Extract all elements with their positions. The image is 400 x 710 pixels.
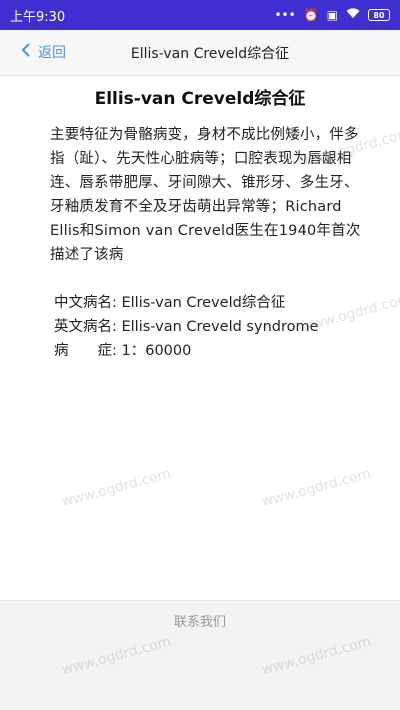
battery-level: 80	[373, 10, 385, 20]
nav-bar: 返回 Ellis-van Creveld综合征	[0, 30, 400, 76]
page-title: Ellis-van Creveld综合征	[94, 89, 306, 109]
sim-icon: ▣	[326, 8, 338, 22]
dots-icon: •••	[274, 8, 296, 22]
contact-us-link[interactable]: 联系我们	[0, 611, 400, 630]
incidence: 病 症: 1：60000	[54, 343, 192, 359]
alarm-icon: ⏰	[303, 8, 319, 22]
status-bar: 上午9:30 ••• ⏰ ▣ 80	[0, 0, 400, 30]
watermark: www.ogdrd.com	[59, 465, 173, 511]
english-name: 英文病名: Ellis-van Creveld syndrome	[54, 319, 319, 335]
status-icons: ••• ⏰ ▣ 80	[274, 8, 390, 22]
nav-title: Ellis-van Creveld综合征	[130, 46, 290, 62]
battery-icon: 80	[368, 9, 390, 21]
status-time: 上午9:30	[10, 9, 66, 25]
wifi-icon	[346, 8, 360, 22]
chinese-name: 中文病名: Ellis-van Creveld综合征	[54, 295, 286, 311]
footer: 联系我们	[0, 600, 400, 710]
disease-description: 主要特征为骨骼病变，身材不成比例矮小，伴多指（趾）、先天性心脏病等；口腔表现为唇…	[50, 127, 361, 263]
disease-info: 中文病名: Ellis-van Creveld综合征 英文病名: Ellis-v…	[54, 291, 360, 363]
main-content: Ellis-van Creveld综合征 主要特征为骨骼病变，身材不成比例矮小，…	[0, 76, 400, 363]
watermark: www.ogdrd.com	[259, 465, 373, 511]
